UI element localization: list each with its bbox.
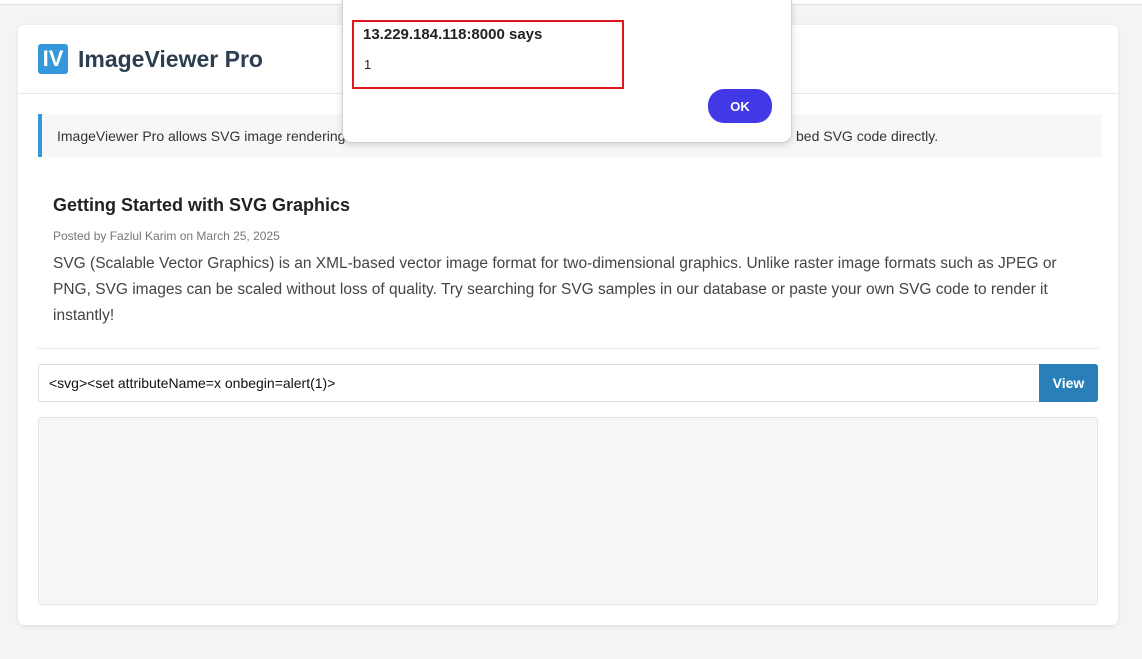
app-title: ImageViewer Pro xyxy=(78,45,263,72)
post-meta: Posted by Fazlul Karim on March 25, 2025 xyxy=(53,229,280,243)
svg-input-row: View xyxy=(38,364,1098,402)
alert-dialog: 13.229.184.118:8000 says 1 OK xyxy=(342,0,792,143)
divider xyxy=(38,348,1098,349)
svg-preview-area xyxy=(38,417,1098,605)
post-body: SVG (Scalable Vector Graphics) is an XML… xyxy=(53,255,1057,324)
post-title: Getting Started with SVG Graphics xyxy=(53,195,351,215)
alert-title: 13.229.184.118:8000 says xyxy=(363,26,543,43)
svg-code-input[interactable] xyxy=(38,364,1039,402)
view-button[interactable]: View xyxy=(1039,364,1098,402)
alert-message: 1 xyxy=(364,57,372,72)
info-text-left: ImageViewer Pro allows SVG image renderi… xyxy=(57,128,346,144)
logo-icon: IV xyxy=(38,44,68,74)
info-text-right: bed SVG code directly. xyxy=(796,128,939,144)
ok-button[interactable]: OK xyxy=(708,89,772,123)
post: Getting Started with SVG Graphics Posted… xyxy=(53,195,1083,329)
